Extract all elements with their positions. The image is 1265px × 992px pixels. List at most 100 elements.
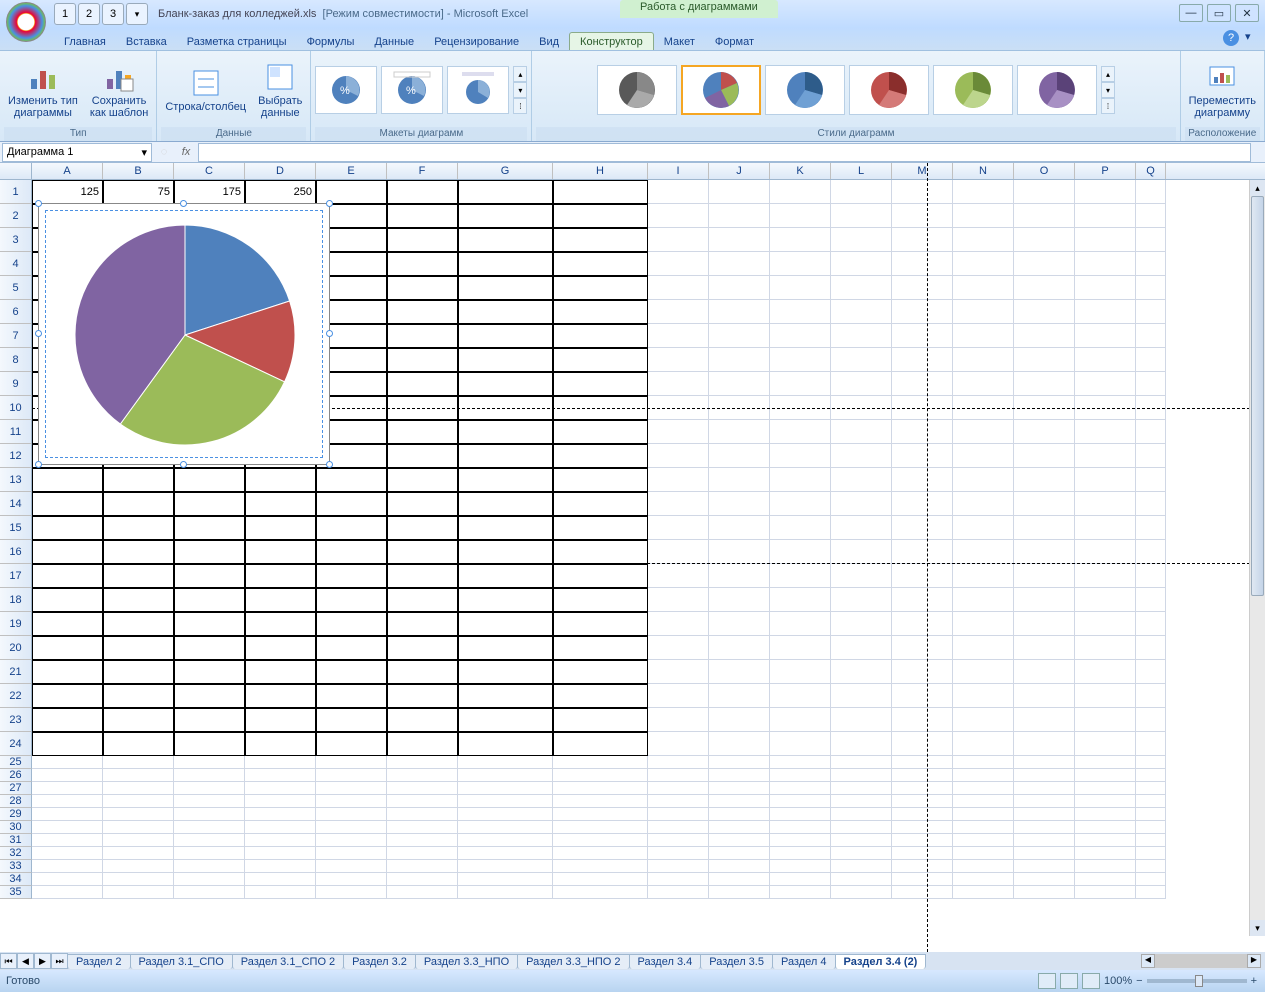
cell-D15[interactable]: [245, 516, 316, 540]
cell-J11[interactable]: [709, 420, 770, 444]
cell-Q9[interactable]: [1136, 372, 1166, 396]
scroll-up-icon[interactable]: ▴: [1250, 180, 1265, 196]
cell-D32[interactable]: [245, 847, 316, 860]
cell-C30[interactable]: [174, 821, 245, 834]
cell-O12[interactable]: [1014, 444, 1075, 468]
cell-Q25[interactable]: [1136, 756, 1166, 769]
maximize-button[interactable]: ▭: [1207, 4, 1231, 22]
cell-H17[interactable]: [553, 564, 648, 588]
cell-O11[interactable]: [1014, 420, 1075, 444]
cell-M7[interactable]: [892, 324, 953, 348]
cell-Q29[interactable]: [1136, 808, 1166, 821]
cell-O30[interactable]: [1014, 821, 1075, 834]
cell-B30[interactable]: [103, 821, 174, 834]
sheet-tab[interactable]: Раздел 3.1_СПО 2: [232, 954, 344, 969]
resize-handle[interactable]: [326, 461, 333, 468]
cell-Q18[interactable]: [1136, 588, 1166, 612]
cell-H12[interactable]: [553, 444, 648, 468]
row-header-25[interactable]: 25: [0, 756, 32, 769]
cell-N31[interactable]: [953, 834, 1014, 847]
cell-E24[interactable]: [316, 732, 387, 756]
cell-P28[interactable]: [1075, 795, 1136, 808]
cell-O4[interactable]: [1014, 252, 1075, 276]
cell-I19[interactable]: [648, 612, 709, 636]
cell-P30[interactable]: [1075, 821, 1136, 834]
cell-A35[interactable]: [32, 886, 103, 899]
col-header-Q[interactable]: Q: [1136, 163, 1166, 179]
cell-G28[interactable]: [458, 795, 553, 808]
cell-G24[interactable]: [458, 732, 553, 756]
cell-J35[interactable]: [709, 886, 770, 899]
cell-C27[interactable]: [174, 782, 245, 795]
cell-A30[interactable]: [32, 821, 103, 834]
cell-M30[interactable]: [892, 821, 953, 834]
cell-F26[interactable]: [387, 769, 458, 782]
cell-P33[interactable]: [1075, 860, 1136, 873]
cell-L6[interactable]: [831, 300, 892, 324]
resize-handle[interactable]: [180, 200, 187, 207]
cell-G21[interactable]: [458, 660, 553, 684]
row-header-12[interactable]: 12: [0, 444, 32, 468]
cell-F15[interactable]: [387, 516, 458, 540]
row-header-11[interactable]: 11: [0, 420, 32, 444]
sheet-tab[interactable]: Раздел 3.4 (2): [835, 954, 927, 969]
cell-G31[interactable]: [458, 834, 553, 847]
cell-A21[interactable]: [32, 660, 103, 684]
cell-M25[interactable]: [892, 756, 953, 769]
cell-N28[interactable]: [953, 795, 1014, 808]
cell-D17[interactable]: [245, 564, 316, 588]
cell-L28[interactable]: [831, 795, 892, 808]
cell-L32[interactable]: [831, 847, 892, 860]
cell-B26[interactable]: [103, 769, 174, 782]
row-header-14[interactable]: 14: [0, 492, 32, 516]
cell-J19[interactable]: [709, 612, 770, 636]
cell-K3[interactable]: [770, 228, 831, 252]
cell-H15[interactable]: [553, 516, 648, 540]
col-header-F[interactable]: F: [387, 163, 458, 179]
cell-F14[interactable]: [387, 492, 458, 516]
tab-home[interactable]: ГлавнаяЯ: [54, 33, 116, 50]
cell-K31[interactable]: [770, 834, 831, 847]
cell-N13[interactable]: [953, 468, 1014, 492]
sheet-tab[interactable]: Раздел 3.4: [629, 954, 702, 969]
layout-option-1[interactable]: %: [315, 66, 377, 114]
cell-K14[interactable]: [770, 492, 831, 516]
cell-A1[interactable]: 125: [32, 180, 103, 204]
cell-H30[interactable]: [553, 821, 648, 834]
cell-O24[interactable]: [1014, 732, 1075, 756]
zoom-in-icon[interactable]: +: [1251, 975, 1257, 987]
cell-I23[interactable]: [648, 708, 709, 732]
cell-N21[interactable]: [953, 660, 1014, 684]
cell-H22[interactable]: [553, 684, 648, 708]
cell-L34[interactable]: [831, 873, 892, 886]
cell-I24[interactable]: [648, 732, 709, 756]
cell-Q12[interactable]: [1136, 444, 1166, 468]
sheet-tab[interactable]: Раздел 3.2: [343, 954, 416, 969]
cell-Q19[interactable]: [1136, 612, 1166, 636]
cell-H5[interactable]: [553, 276, 648, 300]
cell-P22[interactable]: [1075, 684, 1136, 708]
cell-N8[interactable]: [953, 348, 1014, 372]
cell-J22[interactable]: [709, 684, 770, 708]
row-header-29[interactable]: 29: [0, 808, 32, 821]
row-header-19[interactable]: 19: [0, 612, 32, 636]
col-header-M[interactable]: M: [892, 163, 953, 179]
cell-A27[interactable]: [32, 782, 103, 795]
cell-L21[interactable]: [831, 660, 892, 684]
cell-Q1[interactable]: [1136, 180, 1166, 204]
cell-C26[interactable]: [174, 769, 245, 782]
fx-icon[interactable]: fx: [174, 146, 198, 158]
cell-L4[interactable]: [831, 252, 892, 276]
cell-N3[interactable]: [953, 228, 1014, 252]
cell-F24[interactable]: [387, 732, 458, 756]
cell-L27[interactable]: [831, 782, 892, 795]
cell-A31[interactable]: [32, 834, 103, 847]
cell-P13[interactable]: [1075, 468, 1136, 492]
cell-J21[interactable]: [709, 660, 770, 684]
change-chart-type-button[interactable]: Изменить тип диаграммы: [4, 59, 82, 121]
cell-K5[interactable]: [770, 276, 831, 300]
cell-K7[interactable]: [770, 324, 831, 348]
cell-M9[interactable]: [892, 372, 953, 396]
cell-M29[interactable]: [892, 808, 953, 821]
cell-F4[interactable]: [387, 252, 458, 276]
